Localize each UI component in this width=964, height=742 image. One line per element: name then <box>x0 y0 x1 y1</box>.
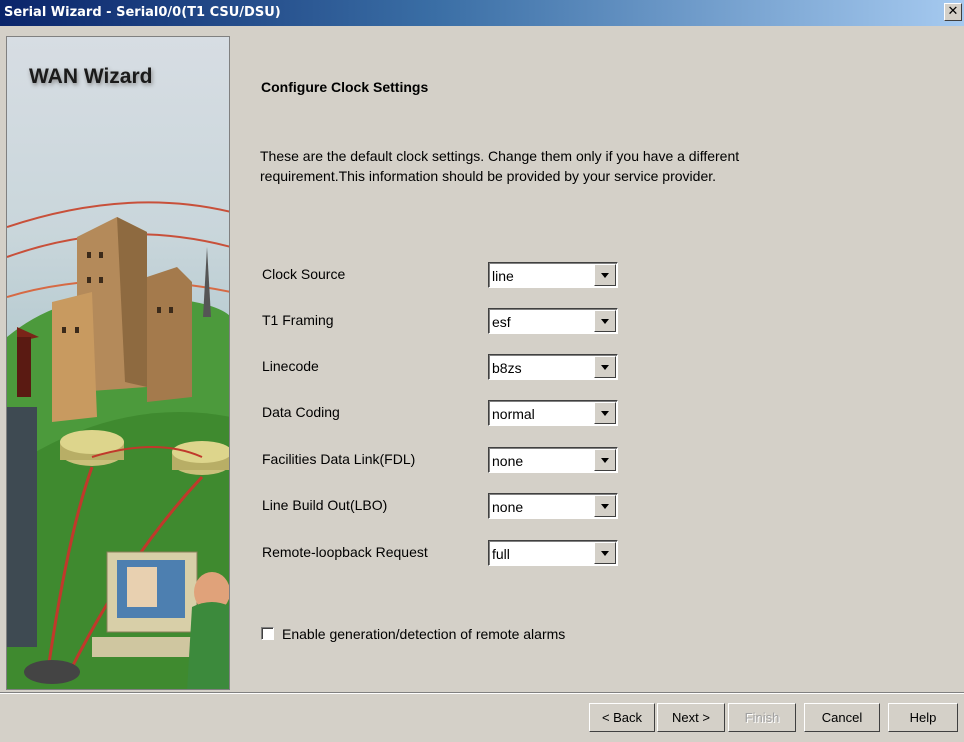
clock-source-value: line <box>492 268 514 284</box>
fdl-label: Facilities Data Link(FDL) <box>262 451 416 467</box>
next-button[interactable]: Next > <box>657 703 725 732</box>
linecode-value: b8zs <box>492 360 522 376</box>
fdl-select[interactable]: none <box>488 447 618 473</box>
data-coding-value: normal <box>492 406 535 422</box>
remote-loopback-value: full <box>492 546 510 562</box>
step-heading: Configure Clock Settings <box>261 79 429 95</box>
clock-source-label: Clock Source <box>262 266 346 282</box>
footer-divider <box>0 692 964 694</box>
remote-loopback-label: Remote-loopback Request <box>262 544 428 560</box>
lbo-value: none <box>492 499 524 515</box>
linecode-label: Linecode <box>262 358 319 374</box>
t1-framing-select[interactable]: esf <box>488 308 618 334</box>
t1-framing-label: T1 Framing <box>262 312 334 328</box>
chevron-down-icon[interactable] <box>594 449 616 471</box>
chevron-down-icon[interactable] <box>594 402 616 424</box>
wizard-illustration-panel: WAN Wizard <box>6 36 230 690</box>
remote-loopback-select[interactable]: full <box>488 540 618 566</box>
remote-alarms-checkbox[interactable] <box>261 627 274 640</box>
t1-framing-value: esf <box>492 314 511 330</box>
close-button[interactable]: ✕ <box>944 3 962 21</box>
clock-source-select[interactable]: line <box>488 262 618 288</box>
finish-button: Finish <box>728 703 796 732</box>
data-coding-label: Data Coding <box>262 404 340 420</box>
lbo-select[interactable]: none <box>488 493 618 519</box>
chevron-down-icon[interactable] <box>594 542 616 564</box>
chevron-down-icon[interactable] <box>594 264 616 286</box>
chevron-down-icon[interactable] <box>594 310 616 332</box>
help-button[interactable]: Help <box>888 703 958 732</box>
fdl-value: none <box>492 453 524 469</box>
wizard-panel-title: WAN Wizard <box>29 65 153 88</box>
step-description: These are the default clock settings. Ch… <box>260 148 740 184</box>
chevron-down-icon[interactable] <box>594 495 616 517</box>
cancel-button[interactable]: Cancel <box>804 703 880 732</box>
lbo-label: Line Build Out(LBO) <box>262 497 388 513</box>
window-title: Serial Wizard - Serial0/0(T1 CSU/DSU) <box>4 5 281 20</box>
back-button[interactable]: < Back <box>589 703 655 732</box>
data-coding-select[interactable]: normal <box>488 400 618 426</box>
linecode-select[interactable]: b8zs <box>488 354 618 380</box>
window-title-bar: Serial Wizard - Serial0/0(T1 CSU/DSU) ✕ <box>0 0 964 26</box>
close-icon: ✕ <box>947 4 959 19</box>
wan-illustration <box>7 201 229 689</box>
chevron-down-icon[interactable] <box>594 356 616 378</box>
remote-alarms-label[interactable]: Enable generation/detection of remote al… <box>282 626 565 642</box>
